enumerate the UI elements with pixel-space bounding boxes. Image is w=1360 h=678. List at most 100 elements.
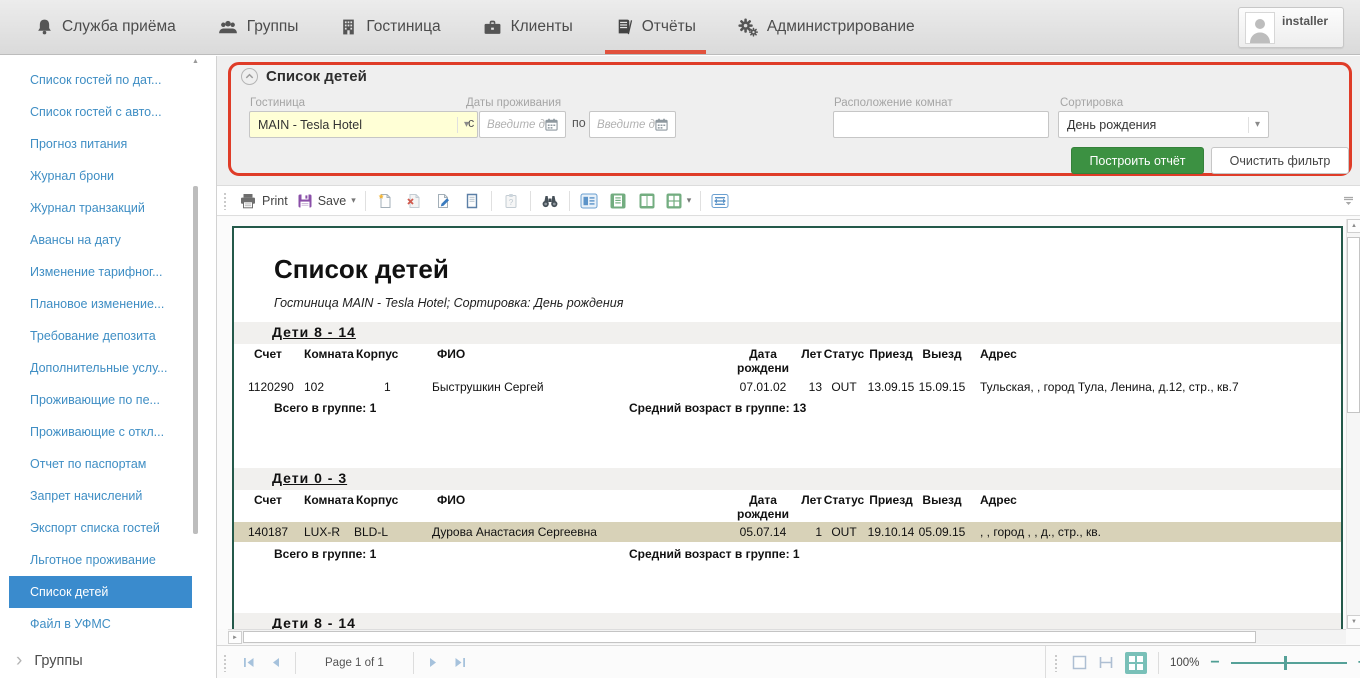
- sidebar-item[interactable]: Журнал транзакций: [0, 192, 192, 224]
- nav-item-reports[interactable]: Отчёты: [605, 0, 706, 54]
- delete-page-button[interactable]: [404, 191, 424, 211]
- report-page: Список детей Гостиница MAIN - Tesla Hote…: [232, 226, 1343, 629]
- sidebar-item[interactable]: Изменение тарифног...: [0, 256, 192, 288]
- sort-select[interactable]: День рождения ▾: [1058, 111, 1269, 138]
- statusbar-separator: [1158, 652, 1159, 674]
- rooms-input[interactable]: [833, 111, 1049, 138]
- scrollbar-thumb[interactable]: [1347, 237, 1360, 413]
- view-multiple-pages-button[interactable]: ▾: [666, 193, 692, 209]
- col-header: Комната: [304, 493, 354, 521]
- vertical-scrollbar[interactable]: ▲ ▼: [1346, 219, 1360, 629]
- view-mode-grid-button[interactable]: [1125, 652, 1147, 674]
- col-header: Приезд: [866, 347, 916, 375]
- page-width-button[interactable]: [710, 191, 730, 211]
- sidebar-scrollbar[interactable]: ▲ ▼: [192, 58, 199, 670]
- date-from-input[interactable]: [487, 119, 545, 131]
- cell-birth-date: 07.01.02: [732, 380, 794, 394]
- zoom-slider[interactable]: [1231, 656, 1347, 670]
- sidebar-item[interactable]: Проживающие с откл...: [0, 416, 192, 448]
- sidebar-item-selected[interactable]: Список детей: [9, 576, 192, 608]
- view-mode-single-button[interactable]: [1072, 655, 1087, 670]
- statusbar-drag-handle[interactable]: [223, 654, 228, 672]
- sidebar-item[interactable]: Файл в УФМС: [0, 608, 192, 640]
- save-label: Save: [318, 194, 347, 208]
- sidebar-item[interactable]: Авансы на дату: [0, 224, 192, 256]
- print-label: Print: [262, 194, 288, 208]
- user-menu[interactable]: installer: [1238, 7, 1344, 48]
- scrollbar-thumb[interactable]: [193, 186, 198, 534]
- sidebar-group-groups[interactable]: › Группы: [0, 644, 216, 678]
- zoom-slider-thumb[interactable]: [1284, 656, 1287, 670]
- col-header: Дата рождени: [732, 347, 794, 375]
- sidebar-item[interactable]: Экспорт списка гостей: [0, 512, 192, 544]
- section-band: Дети 8 - 14: [234, 613, 1341, 629]
- nav-item-clients[interactable]: Клиенты: [473, 0, 583, 54]
- toolbar-drag-handle[interactable]: [223, 192, 228, 210]
- sidebar-item[interactable]: Льготное проживание: [0, 544, 192, 576]
- first-page-button[interactable]: [241, 655, 257, 671]
- sidebar-item[interactable]: Список гостей по дат...: [0, 64, 192, 96]
- view-mode-fit-width-button[interactable]: [1098, 655, 1114, 670]
- sidebar-item[interactable]: Плановое изменение...: [0, 288, 192, 320]
- nav-item-administration[interactable]: Администрирование: [728, 0, 925, 54]
- previous-page-button[interactable]: [268, 655, 284, 671]
- briefcase-icon: [483, 18, 502, 36]
- col-header: Лет: [794, 347, 822, 375]
- cell-room: 102: [304, 380, 354, 394]
- section-heading: Дети 8 - 14: [272, 324, 356, 340]
- view-facing-pages-button[interactable]: [637, 191, 657, 211]
- cell-building: 1: [354, 380, 432, 394]
- find-button[interactable]: [540, 191, 560, 211]
- next-page-button[interactable]: [425, 655, 441, 671]
- print-button[interactable]: Print: [239, 193, 288, 209]
- nav-item-hotel[interactable]: Гостиница: [330, 0, 450, 54]
- horizontal-scrollbar[interactable]: ◄ ►: [228, 629, 1346, 644]
- cell-departure: 05.09.15: [916, 525, 968, 539]
- last-page-button[interactable]: [452, 655, 468, 671]
- section-heading: Дети 8 - 14: [272, 615, 356, 629]
- date-to-field[interactable]: [589, 111, 676, 138]
- edit-page-button[interactable]: [433, 191, 453, 211]
- filter-highlight-box: Список детей Гостиница MAIN - Tesla Hote…: [228, 62, 1352, 176]
- page-setup-button[interactable]: [462, 191, 482, 211]
- save-button[interactable]: Save ▾: [297, 193, 356, 209]
- nav-item-reception[interactable]: Служба приёма: [26, 0, 186, 54]
- nav-label: Гостиница: [366, 18, 440, 36]
- toolbar-separator: [700, 191, 701, 211]
- calendar-icon[interactable]: [545, 118, 558, 131]
- sidebar-item[interactable]: Список гостей с авто...: [0, 96, 192, 128]
- sidebar-item[interactable]: Проживающие по пе...: [0, 384, 192, 416]
- view-continuous-button[interactable]: [608, 191, 628, 211]
- section-band: Дети 8 - 14: [234, 322, 1341, 344]
- scroll-up-icon[interactable]: ▲: [191, 58, 200, 65]
- chevron-down-icon[interactable]: ▾: [687, 195, 692, 206]
- date-to-input[interactable]: [597, 119, 655, 131]
- clear-filter-button[interactable]: Очистить фильтр: [1211, 147, 1349, 174]
- scroll-down-button[interactable]: ▼: [1347, 615, 1360, 629]
- scroll-up-button[interactable]: ▲: [1347, 219, 1360, 233]
- sidebar-item[interactable]: Прогноз питания: [0, 128, 192, 160]
- zoom-out-button[interactable]: −: [1210, 656, 1219, 670]
- paste-help-button[interactable]: ?: [501, 191, 521, 211]
- collapse-panel-icon[interactable]: [241, 68, 258, 85]
- cell-account: 140187: [248, 525, 304, 539]
- hotel-select[interactable]: MAIN - Tesla Hotel ▾: [249, 111, 478, 138]
- sidebar-item[interactable]: Запрет начислений: [0, 480, 192, 512]
- calendar-icon[interactable]: [655, 118, 668, 131]
- sidebar-item[interactable]: Журнал брони: [0, 160, 192, 192]
- sidebar-item[interactable]: Требование депозита: [0, 320, 192, 352]
- zoom-drag-handle[interactable]: [1054, 654, 1059, 672]
- nav-item-groups[interactable]: Группы: [208, 0, 309, 54]
- scrollbar-thumb[interactable]: [243, 631, 1256, 643]
- svg-text:?: ?: [509, 198, 514, 207]
- date-from-field[interactable]: [479, 111, 566, 138]
- col-header: Счет: [248, 347, 304, 375]
- toolbar-collapse-button[interactable]: [1342, 194, 1355, 212]
- sidebar-item[interactable]: Дополнительные услу...: [0, 352, 192, 384]
- scroll-right-button[interactable]: ►: [228, 631, 242, 644]
- new-page-button[interactable]: [375, 191, 395, 211]
- chevron-down-icon[interactable]: ▾: [351, 195, 356, 206]
- build-report-button[interactable]: Построить отчёт: [1071, 147, 1204, 174]
- view-single-page-button[interactable]: [579, 191, 599, 211]
- sidebar-item[interactable]: Отчет по паспортам: [0, 448, 192, 480]
